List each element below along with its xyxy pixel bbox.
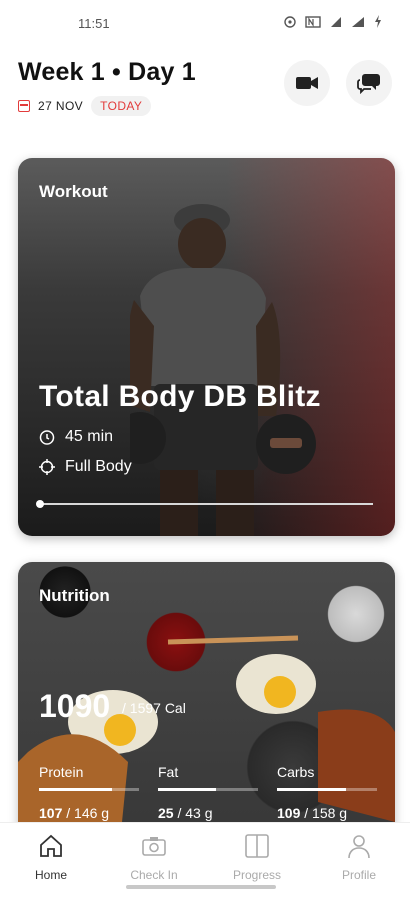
signal-icon xyxy=(330,16,342,31)
camera-icon xyxy=(142,837,166,856)
timer-icon xyxy=(39,430,55,445)
macro-carbs: Carbs 109 / 158 g xyxy=(277,764,377,821)
workout-label: Workout xyxy=(39,182,108,201)
target-icon xyxy=(39,459,55,475)
status-icons xyxy=(284,15,382,31)
today-badge: TODAY xyxy=(91,96,152,116)
home-icon xyxy=(40,834,62,857)
nfc-icon xyxy=(305,15,321,31)
workout-card[interactable]: Workout Total Body DB Blitz 45 min Full … xyxy=(18,158,395,536)
macro-value: 107 / 146 g xyxy=(39,805,110,821)
macro-bar-fill xyxy=(158,788,216,791)
calories-consumed: 1090 xyxy=(39,688,111,724)
macro-label: Carbs xyxy=(277,764,315,780)
tab-check-in[interactable]: Check In xyxy=(114,833,194,882)
chat-bubbles-icon xyxy=(357,74,380,94)
wifi-icon xyxy=(351,16,365,31)
profile-icon xyxy=(348,835,370,859)
status-time: 11:51 xyxy=(78,15,110,31)
nutrition-label: Nutrition xyxy=(39,586,110,605)
progress-knob xyxy=(36,500,44,508)
macro-bar xyxy=(158,788,258,791)
tab-profile[interactable]: Profile xyxy=(319,833,399,882)
tab-label: Home xyxy=(34,868,67,882)
workout-focus: Full Body xyxy=(65,458,132,475)
workout-duration: 45 min xyxy=(65,428,114,445)
status-bar: 11:51 xyxy=(0,0,410,46)
macro-bar-fill xyxy=(39,788,112,791)
tab-label: Profile xyxy=(341,868,376,882)
duration-row: 45 min xyxy=(39,428,113,446)
progress-icon xyxy=(245,834,269,858)
date-text: 27 NOV xyxy=(38,99,84,113)
focus-row: Full Body xyxy=(39,458,132,476)
workout-photo xyxy=(130,204,316,536)
nutrition-card[interactable]: Nutrition 1090 / 1597 Cal Protein 107 / … xyxy=(18,562,395,862)
hotspot-icon xyxy=(284,15,296,31)
tab-home[interactable]: Home xyxy=(11,833,91,882)
macro-value: 25 / 43 g xyxy=(158,805,213,821)
macro-label: Fat xyxy=(158,764,179,780)
macro-fat: Fat 25 / 43 g xyxy=(158,764,258,821)
page-title: Week 1 • Day 1 xyxy=(18,58,196,86)
calories-goal: / 1597 Cal xyxy=(122,700,186,716)
tab-label: Check In xyxy=(130,868,178,882)
home-indicator xyxy=(126,885,276,889)
macro-value: 109 / 158 g xyxy=(277,805,348,821)
day-header: Week 1 • Day 1 27 NOV TODAY xyxy=(18,58,392,126)
battery-charging-icon xyxy=(374,15,382,31)
workout-progress-bar xyxy=(36,500,373,508)
video-camera-icon xyxy=(296,77,318,89)
macro-bar xyxy=(39,788,139,791)
macro-bar xyxy=(277,788,377,791)
calendar-icon xyxy=(18,100,30,112)
date-row: 27 NOV TODAY xyxy=(18,96,152,116)
video-call-button[interactable] xyxy=(284,60,330,106)
tab-label: Progress xyxy=(232,868,282,882)
macro-protein: Protein 107 / 146 g xyxy=(39,764,139,821)
macro-bar-fill xyxy=(277,788,346,791)
macro-label: Protein xyxy=(39,764,84,780)
workout-title: Total Body DB Blitz xyxy=(39,380,321,413)
chat-button[interactable] xyxy=(346,60,392,106)
tab-progress[interactable]: Progress xyxy=(217,833,297,882)
